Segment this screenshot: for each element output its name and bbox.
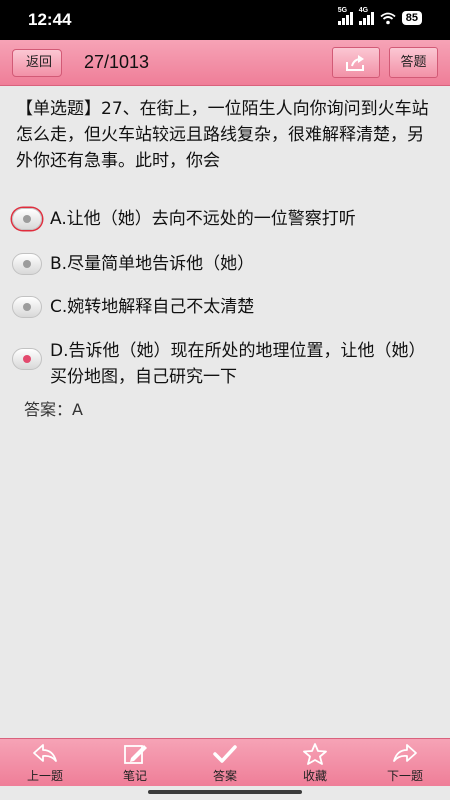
wifi-icon — [380, 12, 396, 24]
prev-question-button[interactable]: 上一题 — [0, 739, 90, 786]
question-text: 【单选题】27、在街上，一位陌生人向你询问到火车站怎么走，但火车站较远且路线复杂… — [16, 99, 429, 171]
notes-button[interactable]: 笔记 — [90, 739, 180, 786]
radio-option-a[interactable] — [12, 208, 42, 230]
radio-option-b[interactable] — [12, 253, 42, 275]
next-question-button[interactable]: 下一题 — [360, 739, 450, 786]
back-button[interactable]: 返回 — [12, 49, 62, 77]
forward-arrow-icon — [393, 744, 417, 762]
answer-text: 答案：A — [24, 400, 83, 419]
option-b-text: B.尽量简单地告诉他（她） — [50, 254, 255, 274]
option-a[interactable]: A.让他（她）去向不远处的一位警察打听 — [12, 206, 442, 232]
top-toolbar: 返回 27/1013 答题 — [0, 40, 450, 86]
battery-indicator: 85 — [401, 11, 422, 25]
share-icon — [346, 54, 364, 71]
favorite-button[interactable]: 收藏 — [270, 739, 360, 786]
bottom-nav: 上一题 笔记 答案 收藏 下一题 — [0, 738, 450, 786]
radio-option-d[interactable] — [12, 348, 42, 370]
pencil-icon — [124, 745, 147, 764]
answer-mode-button[interactable]: 答题 — [389, 47, 438, 78]
star-icon — [303, 743, 327, 765]
status-bar: 12:44 5G 4G 85 — [0, 0, 450, 40]
home-bar-area — [0, 786, 450, 800]
share-button[interactable] — [332, 47, 380, 78]
option-c[interactable]: C.婉转地解释自己不太清楚 — [12, 294, 442, 320]
signal-5g-icon: 5G — [337, 7, 353, 25]
status-icons: 5G 4G 85 — [337, 7, 422, 25]
answer-label: 答案 — [212, 769, 237, 783]
option-b[interactable]: B.尽量简单地告诉他（她） — [12, 251, 442, 277]
prev-question-label: 上一题 — [26, 769, 63, 783]
option-a-text: A.让他（她）去向不远处的一位警察打听 — [50, 209, 356, 229]
option-c-text: C.婉转地解释自己不太清楚 — [50, 297, 255, 317]
option-d[interactable]: D.告诉他（她）现在所处的地理位置，让他（她）买份地图，自己研究一下 — [12, 338, 442, 390]
back-arrow-icon — [33, 744, 57, 762]
home-indicator[interactable] — [148, 790, 302, 794]
option-d-text: D.告诉他（她）现在所处的地理位置，让他（她）买份地图，自己研究一下 — [50, 341, 426, 387]
notes-label: 笔记 — [122, 769, 147, 783]
question-counter: 27/1013 — [84, 52, 150, 72]
favorite-label: 收藏 — [302, 769, 327, 783]
answer-button[interactable]: 答案 — [180, 739, 270, 786]
next-question-label: 下一题 — [386, 769, 423, 783]
status-time: 12:44 — [28, 10, 72, 29]
question-area: 【单选题】27、在街上，一位陌生人向你询问到火车站怎么走，但火车站较远且路线复杂… — [0, 86, 450, 738]
radio-option-c[interactable] — [12, 296, 42, 318]
checkmark-icon — [213, 745, 237, 763]
signal-4g-icon: 4G — [358, 7, 374, 25]
